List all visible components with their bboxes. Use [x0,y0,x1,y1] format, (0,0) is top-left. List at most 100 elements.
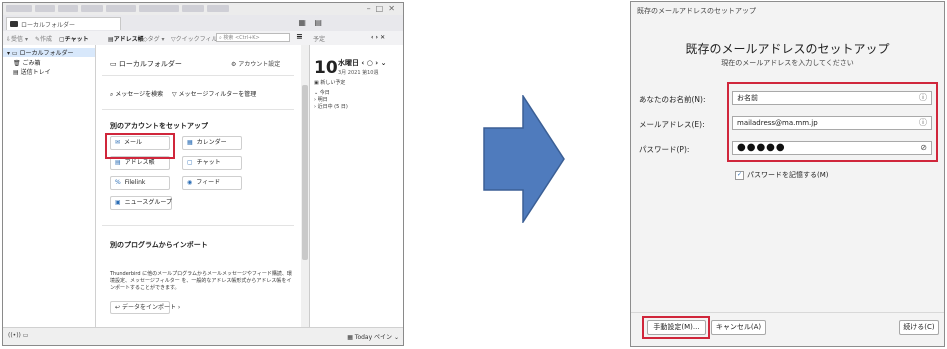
thunderbird-window: – □ ✕ ローカルフォルダー ▦ ▤ ⇩受信 ▾ ✎作成 ▢チャット ▤アドレ… [2,2,404,346]
calendar-icon: ▦ [187,139,193,146]
write-button[interactable]: ✎作成 [35,34,52,43]
setup-chat-label: チャット [196,159,221,166]
calendar-weekday: 水曜日 ‹ ○ › ⌄ [338,59,387,67]
folder-trash[interactable]: 🗑 ごみ箱 [13,58,41,67]
account-settings-link[interactable]: ⚙ アカウント設定 [231,59,280,68]
folder-outbox-label: 送信トレイ [20,69,51,76]
folder-local-root[interactable]: ▾ ▭ ローカルフォルダー [3,48,95,57]
account-central: ▭ ローカルフォルダー ⚙ アカウント設定 ⌕ メッセージを検索 ▽ メッセージ… [96,45,301,327]
chat-label: チャット [64,36,89,43]
setup-feed-label: フィード [196,179,221,186]
menu-file[interactable] [6,5,32,12]
agenda-today[interactable]: ⌄ 今日 [314,89,330,96]
get-messages-button[interactable]: ⇩受信 ▾ [6,34,28,43]
newsgroup-icon: ▣ [115,199,121,206]
search-messages-label: メッセージを検索 [115,91,164,98]
filelink-icon: % [115,179,121,186]
address-book-button[interactable]: ▤アドレス帳 [108,34,144,43]
folder-root-label: ローカルフォルダー [19,50,74,57]
folder-pane: ▾ ▭ ローカルフォルダー 🗑 ごみ箱 ▤ 送信トレイ [3,45,96,327]
search-input[interactable]: ⌕ 検索 <Ctrl+K> [216,33,290,42]
right-arrow-icon [483,95,565,223]
agenda-upcoming[interactable]: › 近日中 (5 日) [314,103,348,110]
manage-filters-link[interactable]: ▽ メッセージフィルターを管理 [172,89,256,98]
dialog-subheading: 現在のメールアドレスを入力してください [721,59,854,67]
today-pane: 10 水曜日 ‹ ○ › ⌄ 3月 2021 第10週 ▣ 新しい予定 ⌄ 今日… [309,45,403,327]
tag-label: タグ [147,36,160,43]
folder-icon [10,21,18,27]
agenda-upcoming-label: 近日中 (5 日) [317,104,348,110]
calendar-subtitle: 3月 2021 第10週 [338,70,379,76]
manage-filters-label: メッセージフィルターを管理 [178,91,257,98]
new-event-label: 新しい予定 [320,80,346,86]
tab-local-folders[interactable]: ローカルフォルダー [6,17,121,30]
search-messages-link[interactable]: ⌕ メッセージを検索 [110,89,163,99]
password-label: パスワード(P): [639,145,690,154]
address-book-label: アドレス帳 [113,36,144,43]
folder-outbox[interactable]: ▤ 送信トレイ [13,67,51,76]
calendar-tab-icon[interactable]: ▦ ▤ [298,18,325,27]
setup-filelink-button[interactable]: % Filelink [110,176,170,190]
setup-feed-button[interactable]: ◉ フィード [182,176,242,190]
menu-go[interactable] [81,5,103,12]
cancel-button[interactable]: キャンセル(A) [711,320,766,335]
remember-password-label: パスワードを記憶する(M) [747,171,829,179]
highlight-input-fields [727,82,938,162]
remember-password-checkbox[interactable]: ✓ パスワードを記憶する(M) [735,170,829,180]
tab-bar: ローカルフォルダー ▦ ▤ [3,15,403,32]
main-toolbar: ⇩受信 ▾ ✎作成 ▢チャット ▤アドレス帳 ◇タグ ▾ ▽クイックフィルター … [3,31,403,46]
write-label: 作成 [40,36,53,43]
today-pane-toggle-label: Today ペイン [354,334,393,341]
get-messages-label: 受信 [11,36,24,43]
calendar-day-number: 10 [314,58,338,78]
setup-section-title: 別のアカウントをセットアップ [110,122,208,130]
feed-icon: ◉ [187,179,193,186]
menu-bar: – □ ✕ [3,3,403,15]
highlight-manual-config [642,316,710,339]
import-description: Thunderbird に他のメールプログラムからメールメッセージやフィード購読… [110,271,292,291]
status-bar: ((•)) ▭ ▦ Today ペイン ⌄ [3,327,403,345]
chat-button[interactable]: ▢チャット [59,34,89,43]
import-section-title: 別のプログラムからインポート [110,241,208,249]
tag-button[interactable]: ◇タグ ▾ [143,34,165,43]
new-event-button[interactable]: ▣ 新しい予定 [314,79,345,86]
import-button[interactable]: ↩ データをインポート › [110,301,180,314]
menu-edit[interactable] [35,5,55,12]
email-label: メールアドレス(E): [639,120,705,129]
menu-events[interactable] [139,5,179,12]
divider [102,109,294,110]
tab-label: ローカルフォルダー [21,22,76,29]
import-button-label: データをインポート [121,304,176,311]
search-placeholder: 検索 <Ctrl+K> [223,35,260,41]
app-menu-icon[interactable]: ≡ [296,32,303,41]
scrollbar-thumb[interactable] [302,85,308,260]
account-header-label: ローカルフォルダー [118,60,182,68]
dialog-separator [631,312,944,313]
setup-chat-button[interactable]: ▢ チャット [182,156,242,170]
menu-message[interactable] [106,5,136,12]
continue-button[interactable]: 続ける(C) [899,320,939,335]
menu-tools[interactable] [182,5,204,12]
calendar-nav-icon[interactable]: ‹ › ✕ [371,34,385,41]
main-scrollbar[interactable] [301,45,309,327]
checkmark-icon[interactable]: ✓ [735,170,744,180]
chat-icon: ▢ [187,159,193,166]
divider [102,75,294,76]
setup-filelink-label: Filelink [124,179,146,186]
mail-setup-dialog: 既存のメールアドレスのセットアップ 既存のメールアドレスのセットアップ 現在のメ… [630,1,945,347]
menu-help[interactable] [207,5,229,12]
setup-newsgroup-button[interactable]: ▣ ニュースグループ [110,196,172,210]
calendar-weekday-label: 水曜日 [338,59,359,67]
status-icons[interactable]: ((•)) ▭ [8,332,28,339]
agenda-tomorrow[interactable]: › 明日 [314,96,328,103]
account-header: ▭ ローカルフォルダー [110,60,182,68]
setup-calendar-label: カレンダー [196,139,227,146]
address-book-icon: ▤ [115,159,121,166]
account-settings-label: アカウント設定 [238,61,281,68]
name-label: あなたのお名前(N): [639,95,706,104]
setup-calendar-button[interactable]: ▦ カレンダー [182,136,242,150]
window-controls[interactable]: – □ ✕ [367,4,395,13]
highlight-mail-button [105,133,175,159]
today-pane-toggle[interactable]: ▦ Today ペイン ⌄ [347,332,399,341]
menu-view[interactable] [58,5,78,12]
